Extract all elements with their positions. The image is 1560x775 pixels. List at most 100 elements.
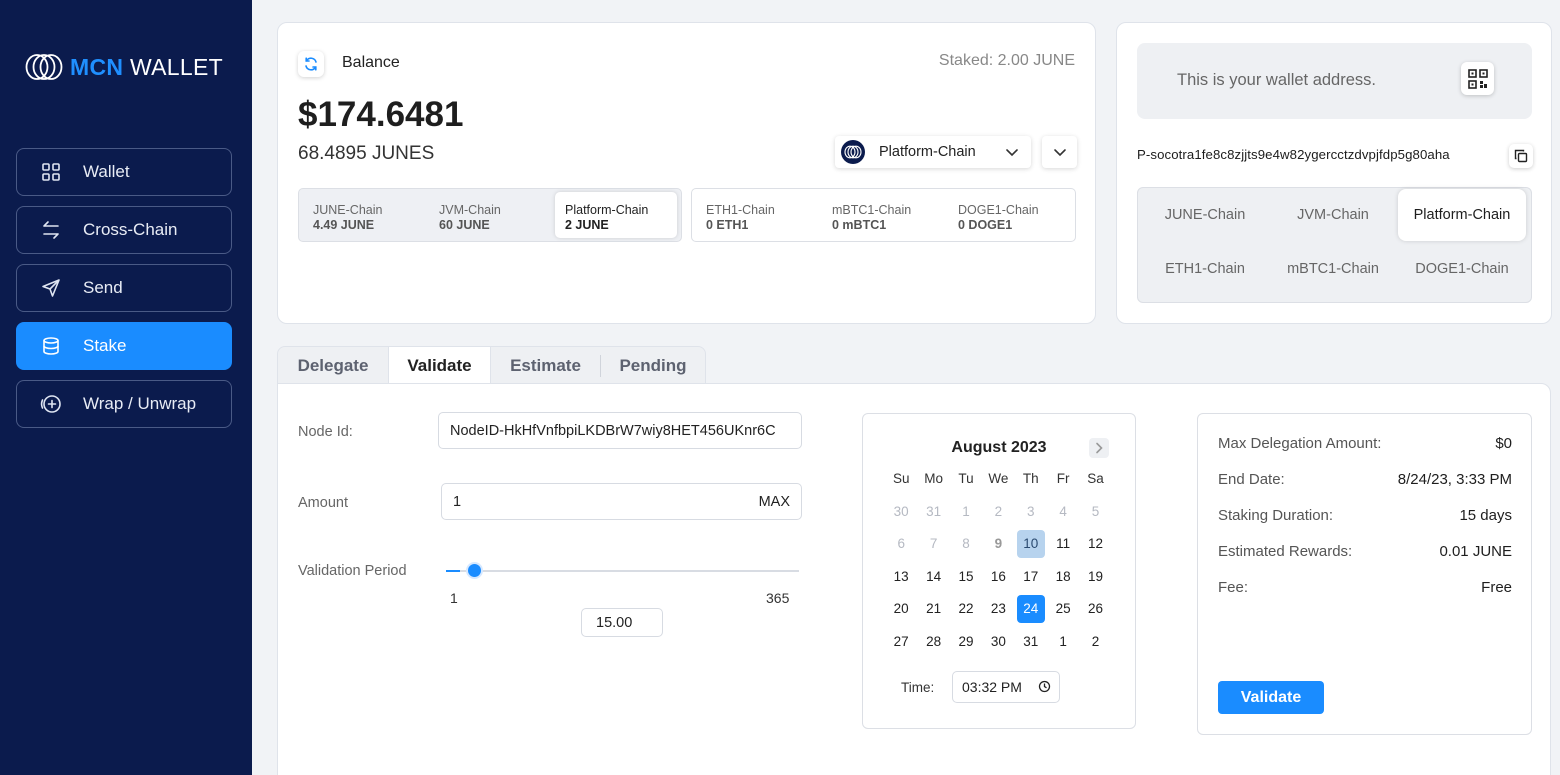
chain-logo-icon <box>841 140 865 164</box>
address-tab-mbtc1[interactable]: mBTC1-Chain <box>1269 243 1397 295</box>
calendar-day[interactable]: 9 <box>982 530 1014 558</box>
calendar-day[interactable]: 20 <box>885 595 917 623</box>
tab-estimate[interactable]: Estimate <box>491 347 600 385</box>
calendar-day[interactable]: 2 <box>1079 627 1111 655</box>
calendar-day[interactable]: 31 <box>1015 627 1047 655</box>
summary-value: Free <box>1481 579 1512 596</box>
chain-name: Platform-Chain <box>565 203 649 217</box>
node-id-value: NodeID-HkHfVnfbpiLKDBrW7wiy8HET456UKnr6C <box>450 422 776 439</box>
calendar-day[interactable]: 30 <box>982 627 1014 655</box>
balance-label: Balance <box>342 54 400 71</box>
address-tab-jvm[interactable]: JVM-Chain <box>1269 189 1397 241</box>
calendar-day[interactable]: 16 <box>982 562 1014 590</box>
calendar-day[interactable]: 14 <box>917 562 949 590</box>
amount-label: Amount <box>298 495 348 511</box>
calendar-grid: Su Mo Tu We Th Fr Sa 30 31 1 2 3 4 5 6 7 8 9 10 11 12 13 14 15 1… <box>885 467 1112 658</box>
calendar-day-selected[interactable]: 24 <box>1016 594 1045 623</box>
address-card: This is your wallet address. P-socotra1f… <box>1116 22 1552 324</box>
paper-plane-icon <box>39 276 63 300</box>
calendar-day[interactable]: 13 <box>885 562 917 590</box>
calendar-day[interactable]: 15 <box>950 562 982 590</box>
address-tab-june[interactable]: JUNE-Chain <box>1141 189 1269 241</box>
chain-balance-doge1[interactable]: DOGE1-Chain 0 DOGE1 <box>944 192 1070 238</box>
expand-button[interactable] <box>1042 136 1077 168</box>
chain-name: JVM-Chain <box>439 203 501 217</box>
calendar-weekday: Fr <box>1056 470 1070 486</box>
period-value: 15.00 <box>596 614 633 631</box>
sidebar-item-stake[interactable]: Stake <box>16 322 232 370</box>
calendar-day[interactable]: 21 <box>917 595 949 623</box>
tab-validate[interactable]: Validate <box>388 347 491 385</box>
chain-balance-jvm[interactable]: JVM-Chain 60 JUNE <box>425 192 551 238</box>
sidebar-item-cross-chain[interactable]: Cross-Chain <box>16 206 232 254</box>
chain-select[interactable]: Platform-Chain <box>835 136 1031 168</box>
calendar-day-today[interactable]: 10 <box>1016 529 1045 558</box>
calendar-day[interactable]: 27 <box>885 627 917 655</box>
time-label: Time: <box>901 680 935 695</box>
address-tab-doge1[interactable]: DOGE1-Chain <box>1398 243 1526 295</box>
slider-thumb[interactable] <box>465 562 483 579</box>
brand-wallet: WALLET <box>129 53 223 80</box>
sidebar-item-label: Send <box>83 278 123 297</box>
calendar-day[interactable]: 17 <box>1015 562 1047 590</box>
calendar-day: 2 <box>994 503 1003 519</box>
balance-usd: $174.6481 <box>298 95 464 134</box>
calendar-day[interactable]: 25 <box>1047 595 1079 623</box>
calendar-day[interactable]: 19 <box>1079 562 1111 590</box>
summary-value: 15 days <box>1459 507 1512 524</box>
calendar-day[interactable]: 12 <box>1079 530 1111 558</box>
app-logo[interactable]: MCN WALLET <box>25 52 223 82</box>
app-title: MCN WALLET <box>70 54 223 81</box>
clock-icon <box>1038 680 1051 696</box>
summary-row-max-delegation: Max Delegation Amount: $0 <box>1218 435 1512 452</box>
summary-row-end-date: End Date: 8/24/23, 3:33 PM <box>1218 471 1512 488</box>
sidebar-item-label: Wrap / Unwrap <box>83 394 197 413</box>
chain-value: 0 mBTC1 <box>832 218 887 232</box>
sidebar-item-wallet[interactable]: Wallet <box>16 148 232 196</box>
sidebar-item-wrap-unwrap[interactable]: Wrap / Unwrap <box>16 380 232 428</box>
calendar-weekday: Su <box>892 470 910 486</box>
calendar-day[interactable]: 1 <box>1047 627 1079 655</box>
chain-balance-june[interactable]: JUNE-Chain 4.49 JUNE <box>299 192 425 238</box>
chain-name: ETH1-Chain <box>706 203 775 217</box>
calendar-day[interactable]: 29 <box>950 627 982 655</box>
sidebar: MCN WALLET Wallet Cross-Chain Send Stake… <box>0 0 252 775</box>
calendar-weekday: We <box>988 470 1009 486</box>
chain-balance-mbtc1[interactable]: mBTC1-Chain 0 mBTC1 <box>818 192 944 238</box>
validation-period-input[interactable]: 15.00 <box>581 608 663 637</box>
tab-pending[interactable]: Pending <box>601 347 705 385</box>
copy-address-button[interactable] <box>1509 144 1533 168</box>
sidebar-item-send[interactable]: Send <box>16 264 232 312</box>
refresh-button[interactable] <box>298 51 324 77</box>
calendar-day: 3 <box>1027 503 1035 519</box>
calendar-weekday: Mo <box>924 470 943 486</box>
validate-button[interactable]: Validate <box>1218 681 1324 714</box>
amount-input[interactable]: 1 MAX <box>441 483 802 520</box>
chain-balance-eth1[interactable]: ETH1-Chain 0 ETH1 <box>692 192 818 238</box>
node-id-input[interactable]: NodeID-HkHfVnfbpiLKDBrW7wiy8HET456UKnr6C <box>438 412 802 449</box>
slider-min-label: 1 <box>450 590 458 606</box>
native-chain-balances: JUNE-Chain 4.49 JUNE JVM-Chain 60 JUNE P… <box>298 188 682 242</box>
calendar-day[interactable]: 23 <box>982 595 1014 623</box>
calendar-day[interactable]: 11 <box>1047 530 1079 558</box>
chain-value: 0 DOGE1 <box>958 218 1013 232</box>
max-button[interactable]: MAX <box>759 494 790 510</box>
calendar-day[interactable]: 26 <box>1079 595 1111 623</box>
calendar-week-row: 13 14 15 16 17 18 19 <box>885 560 1112 593</box>
time-input[interactable]: 03:32 PM <box>952 671 1060 703</box>
calendar-week-row: 30 31 1 2 3 4 5 <box>885 495 1112 528</box>
qr-code-button[interactable] <box>1461 62 1494 95</box>
chain-balance-platform[interactable]: Platform-Chain 2 JUNE <box>555 192 677 238</box>
validation-period-slider[interactable] <box>446 562 799 579</box>
sidebar-item-label: Wallet <box>83 162 130 181</box>
calendar-day[interactable]: 18 <box>1047 562 1079 590</box>
summary-key: Estimated Rewards: <box>1218 543 1353 560</box>
address-tab-eth1[interactable]: ETH1-Chain <box>1141 243 1269 295</box>
next-month-button[interactable] <box>1089 438 1109 458</box>
calendar-day: 5 <box>1091 503 1100 519</box>
mcn-logo-icon <box>25 54 63 80</box>
calendar-day[interactable]: 22 <box>950 595 982 623</box>
address-tab-platform[interactable]: Platform-Chain <box>1398 189 1526 241</box>
calendar-day[interactable]: 28 <box>917 627 949 655</box>
tab-delegate[interactable]: Delegate <box>278 347 388 385</box>
